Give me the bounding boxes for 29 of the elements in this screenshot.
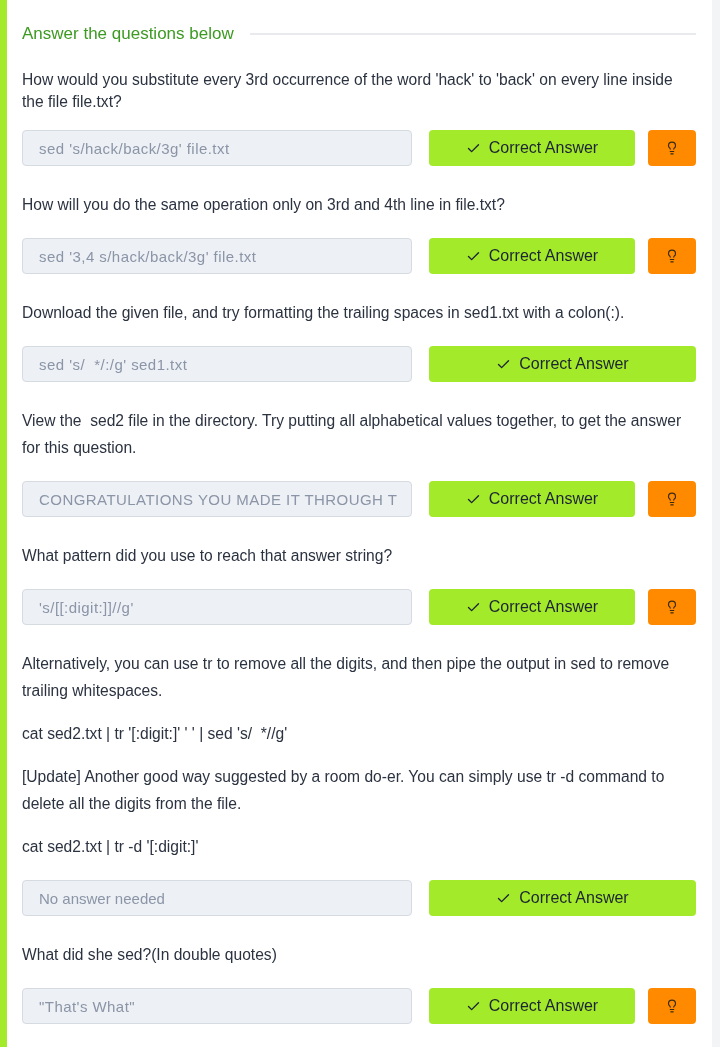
question-text: View the sed2 file in the directory. Try putting all alphabetical values together, to get the answer for this question. [22,411,683,458]
correct-answer-button[interactable]: Correct Answer [429,589,635,625]
lightbulb-icon [665,999,679,1013]
question-text: [Update] Another good way suggested by a room do-er. You can simply use tr -d command to delete all the digits from the file. [22,767,666,814]
answer-field[interactable]: No answer needed [22,880,412,916]
lightbulb-icon [665,249,679,263]
question-text: cat sed2.txt | tr -d '[:digit:]' [22,837,200,857]
question-text: Download the given file, and try formatting the trailing spaces in sed1.txt with a colon(:). [22,303,626,323]
question-text: cat sed2.txt | tr '[:digit:]' ' ' | sed 's/ *//g' [22,724,289,744]
question-text: What pattern did you use to reach that answer string? [22,546,394,566]
question-text: How will you do the same operation only on 3rd and 4th line in file.txt? [22,195,506,215]
hint-button[interactable] [648,238,696,274]
correct-answer-button[interactable]: Correct Answer [429,481,635,517]
lightbulb-icon [665,141,679,155]
lightbulb-icon [665,600,679,614]
hint-button[interactable] [648,130,696,166]
question-text: How would you substitute every 3rd occurrence of the word 'hack' to 'back' on every line inside the file file.txt? [22,70,674,112]
section-heading: Answer the questions below [22,23,234,45]
hint-button[interactable] [648,988,696,1024]
correct-answer-button[interactable]: Correct Answer [429,238,635,274]
correct-answer-button[interactable]: Correct Answer [429,880,696,916]
question-text: What did she sed?(In double quotes) [22,945,278,965]
hint-button[interactable] [648,481,696,517]
question-text: Alternatively, you can use tr to remove all the digits, and then pipe the output in sed to remove trailing whitespaces. [22,654,671,701]
correct-answer-button[interactable]: Correct Answer [429,988,635,1024]
correct-answer-button[interactable]: Correct Answer [429,346,696,382]
correct-answer-button[interactable]: Correct Answer [429,130,635,166]
hint-button[interactable] [648,589,696,625]
lightbulb-icon [665,492,679,506]
